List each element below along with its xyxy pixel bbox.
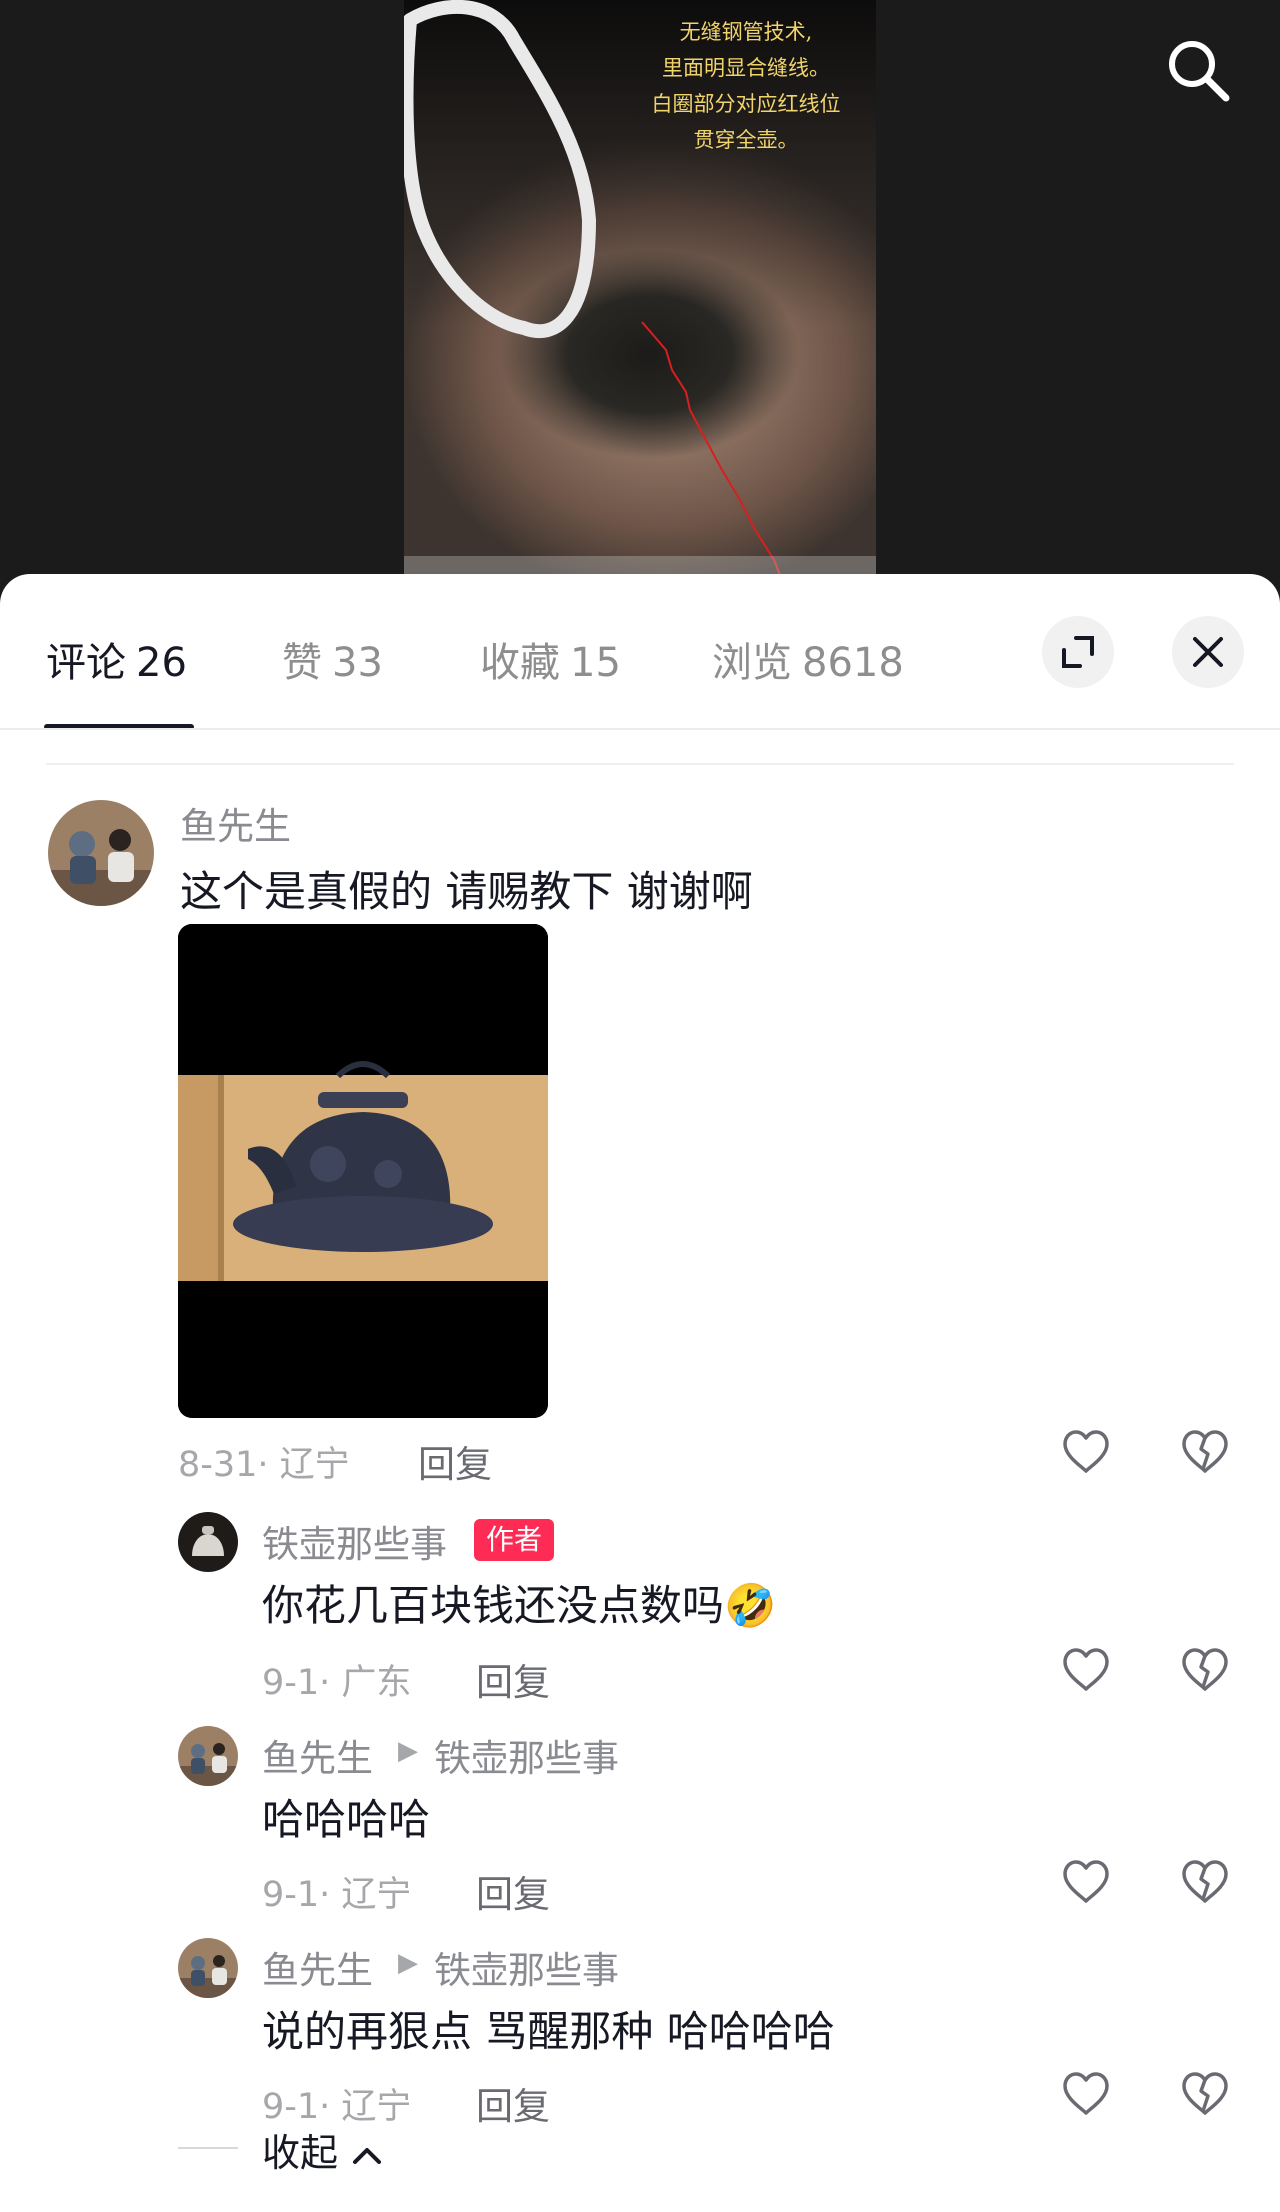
reply-date-location: 9-1· 辽宁 <box>262 1875 412 1915</box>
tab-label: 浏览 <box>712 640 792 686</box>
reply-button[interactable]: 回复 <box>476 1864 550 1918</box>
author-badge: 作者 <box>474 1519 555 1561</box>
reply-author[interactable]: 鱼先生 <box>262 1728 373 1782</box>
heart-icon <box>1063 1430 1109 1473</box>
tab-count: 15 <box>570 640 621 686</box>
heart-icon <box>1063 1648 1109 1691</box>
tab-count: 8618 <box>802 640 904 686</box>
avatar[interactable] <box>178 1938 238 1998</box>
avatar-image <box>48 800 154 906</box>
avatar[interactable] <box>178 1512 238 1572</box>
reply-to-name[interactable]: 铁壶那些事 <box>434 1940 619 1994</box>
heart-icon <box>1063 1860 1109 1903</box>
avatar-image <box>178 1938 238 1998</box>
reply-button[interactable]: 回复 <box>418 1434 492 1488</box>
avatar[interactable] <box>48 800 154 906</box>
reply-to-arrow-icon: ▶ <box>398 1948 418 1978</box>
search-button[interactable] <box>1162 34 1234 106</box>
comment-author[interactable]: 鱼先生 <box>180 796 291 850</box>
reply-text: 说的再狠点 骂醒那种 哈哈哈哈 <box>262 2007 835 2056</box>
dislike-button[interactable] <box>1178 2067 1232 2121</box>
tab-likes[interactable]: 赞 33 <box>282 630 383 688</box>
broken-heart-icon <box>1182 2072 1228 2115</box>
broken-heart-icon <box>1182 1430 1228 1473</box>
tab-comments[interactable]: 评论 26 <box>46 630 187 688</box>
comment-image[interactable] <box>178 924 548 1418</box>
avatar-image <box>178 1726 238 1786</box>
tab-favorites[interactable]: 收藏 15 <box>480 630 621 688</box>
avatar[interactable] <box>178 1726 238 1786</box>
broken-heart-icon <box>1182 1648 1228 1691</box>
comment-date-location: 8-31· 辽宁 <box>178 1445 350 1485</box>
tab-count: 33 <box>332 640 383 686</box>
reply-date-location: 9-1· 广东 <box>262 1663 412 1703</box>
reply-button[interactable]: 回复 <box>476 2076 550 2130</box>
avatar-image <box>178 1512 238 1572</box>
like-button[interactable] <box>1059 1425 1113 1479</box>
expand-icon <box>1062 636 1094 668</box>
collapse-label: 收起 <box>262 2131 339 2175</box>
reply-to-arrow-icon: ▶ <box>398 1736 418 1766</box>
reply-text: 你花几百块钱还没点数吗🤣 <box>262 1581 777 1630</box>
caption-line: 白圈部分对应红线位 <box>651 92 841 116</box>
caption-line: 里面明显合缝线。 <box>662 56 830 80</box>
tab-count: 26 <box>136 640 187 686</box>
search-icon <box>1169 41 1230 102</box>
broken-heart-icon <box>1182 1860 1228 1903</box>
comments-sheet: 评论 26 赞 33 收藏 15 浏览 8618 鱼先生 这个是真假的 请赐教下… <box>0 574 1280 2212</box>
reply-text: 哈哈哈哈 <box>262 1795 431 1844</box>
tab-bar: 评论 26 赞 33 收藏 15 浏览 8618 <box>0 574 1280 730</box>
video-frame: 无缝钢管技术, 里面明显合缝线。 白圈部分对应红线位 贯穿全壶。 <box>404 0 876 590</box>
tab-label: 收藏 <box>480 640 560 686</box>
tab-views[interactable]: 浏览 8618 <box>712 630 904 688</box>
like-button[interactable] <box>1059 2067 1113 2121</box>
tab-divider <box>0 728 1280 730</box>
video-overlay-caption: 无缝钢管技术, 里面明显合缝线。 白圈部分对应红线位 贯穿全壶。 <box>626 14 866 158</box>
divider <box>46 763 1234 765</box>
teapot-photo <box>178 924 548 1418</box>
comment-text: 这个是真假的 请赐教下 谢谢啊 <box>180 867 753 916</box>
caption-line: 贯穿全壶。 <box>693 128 799 152</box>
video-player[interactable]: 无缝钢管技术, 里面明显合缝线。 白圈部分对应红线位 贯穿全壶。 <box>0 0 1280 590</box>
dislike-button[interactable] <box>1178 1855 1232 1909</box>
dislike-button[interactable] <box>1178 1643 1232 1697</box>
close-button[interactable] <box>1172 616 1244 688</box>
caption-line: 无缝钢管技术, <box>679 20 813 44</box>
chevron-up-icon <box>353 2147 382 2164</box>
collapse-divider <box>178 2147 238 2149</box>
reply-author[interactable]: 鱼先生 <box>262 1940 373 1994</box>
heart-icon <box>1063 2072 1109 2115</box>
dislike-button[interactable] <box>1178 1425 1232 1479</box>
tab-label: 评论 <box>46 640 126 686</box>
reply-author[interactable]: 铁壶那些事 <box>262 1514 447 1568</box>
expand-button[interactable] <box>1042 616 1114 688</box>
reply-to-name[interactable]: 铁壶那些事 <box>434 1728 619 1782</box>
close-icon <box>1193 637 1223 667</box>
tab-label: 赞 <box>282 640 322 686</box>
like-button[interactable] <box>1059 1643 1113 1697</box>
collapse-replies-button[interactable]: 收起 <box>262 2122 384 2177</box>
reply-button[interactable]: 回复 <box>476 1652 550 1706</box>
like-button[interactable] <box>1059 1855 1113 1909</box>
